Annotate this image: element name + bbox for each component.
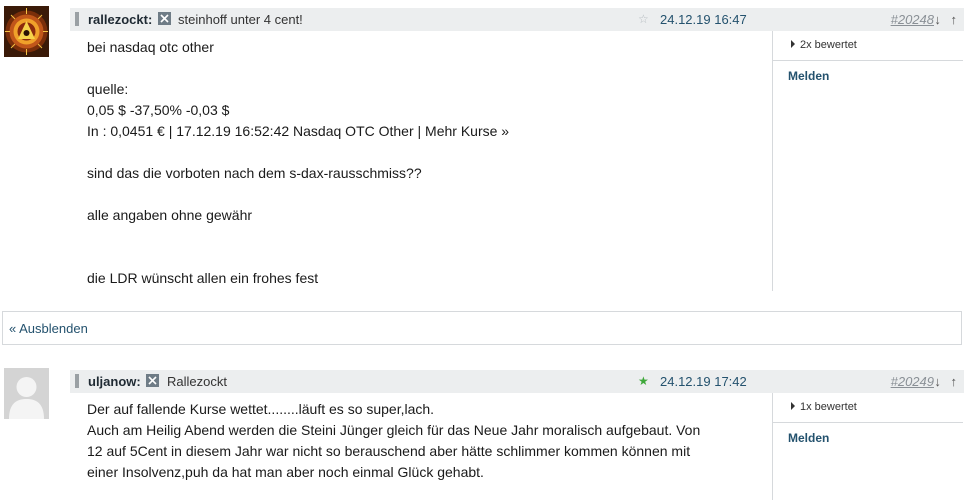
- triangle-right-icon: [791, 40, 795, 48]
- star-icon[interactable]: ☆: [638, 12, 649, 26]
- body-line: quelle:: [87, 81, 129, 97]
- hide-link[interactable]: « Ausblenden: [9, 321, 88, 336]
- body-line: alle angaben ohne gewähr: [87, 207, 253, 223]
- grip-handle: [75, 374, 79, 388]
- body-line: [87, 247, 509, 268]
- post-date: 24.12.19 16:47: [660, 12, 747, 27]
- user-avatar-placeholder[interactable]: [4, 368, 49, 419]
- post-body: bei nasdaq otc other quelle: 0,05 $ -37,50…: [87, 37, 509, 289]
- body-line: [87, 226, 509, 247]
- username-link[interactable]: rallezockt:: [88, 12, 152, 27]
- x-icon: [158, 12, 171, 25]
- body-line: [87, 142, 509, 163]
- body-line: sind das die vorboten nach dem s-dax-rau…: [87, 165, 422, 181]
- user-avatar[interactable]: [4, 6, 49, 57]
- body-line: Auch am Heilig Abend werden die Steini J…: [87, 422, 701, 438]
- post-number-link[interactable]: #20249: [891, 374, 934, 389]
- post-body: Der auf fallende Kurse wettet........läu…: [87, 399, 700, 483]
- post-subject: steinhoff unter 4 cent!: [178, 12, 303, 27]
- body-line: [87, 58, 509, 79]
- rating-toggle[interactable]: 2x bewertet: [791, 39, 857, 51]
- body-line: bei nasdaq otc other: [87, 39, 214, 55]
- post-header: rallezockt: steinhoff unter 4 cent! ☆ 24…: [70, 8, 964, 31]
- body-line: 12 auf 5Cent in diesem Jahr war nicht so…: [87, 443, 691, 459]
- post-sidebar: 2x bewertet Melden: [772, 31, 963, 291]
- post-subject: Rallezockt: [167, 374, 227, 389]
- report-link[interactable]: Melden: [788, 431, 829, 445]
- body-line: In : 0,0451 € | 17.12.19 16:52:42 Nasdaq…: [87, 123, 510, 139]
- x-icon: [146, 374, 159, 387]
- nav-arrows[interactable]: ↓ ↑: [934, 374, 960, 389]
- forum-post: rallezockt: steinhoff unter 4 cent! ☆ 24…: [0, 0, 980, 300]
- rating-toggle[interactable]: 1x bewertet: [791, 401, 857, 413]
- post-sidebar: 1x bewertet Melden: [772, 393, 963, 500]
- username-link[interactable]: uljanow:: [88, 374, 141, 389]
- triangle-right-icon: [791, 402, 795, 410]
- star-icon[interactable]: ★: [638, 374, 649, 388]
- body-line: [87, 184, 509, 205]
- grip-handle: [75, 12, 79, 26]
- body-line: 0,05 $ -37,50% -0,03 $: [87, 102, 230, 118]
- hide-bar: « Ausblenden: [2, 311, 962, 345]
- nav-arrows[interactable]: ↓ ↑: [934, 12, 960, 27]
- rating-count: 1x bewertet: [800, 401, 857, 413]
- forum-post: uljanow: Rallezockt ★ 24.12.19 17:42 #20…: [0, 362, 980, 500]
- post-header: uljanow: Rallezockt ★ 24.12.19 17:42 #20…: [70, 370, 964, 393]
- body-line: die LDR wünscht allen ein frohes fest: [87, 270, 319, 286]
- divider: [773, 422, 963, 423]
- post-date: 24.12.19 17:42: [660, 374, 747, 389]
- body-line: Der auf fallende Kurse wettet........läu…: [87, 401, 435, 417]
- rating-count: 2x bewertet: [800, 39, 857, 51]
- body-line: einer Insolvenz,puh da hat man aber noch…: [87, 464, 484, 480]
- post-number-link[interactable]: #20248: [891, 12, 934, 27]
- divider: [773, 60, 963, 61]
- report-link[interactable]: Melden: [788, 69, 829, 83]
